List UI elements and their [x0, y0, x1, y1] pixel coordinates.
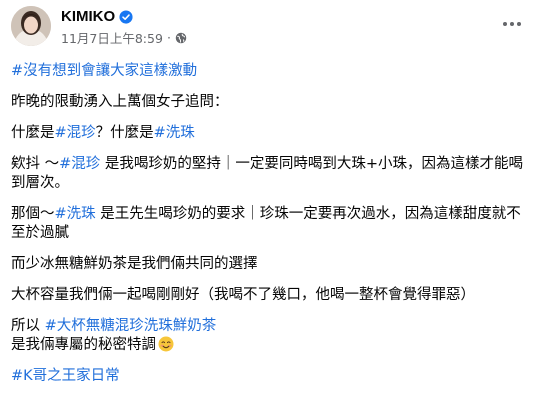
paragraph-4: 欸抖 ～#混珍 是我喝珍奶的堅持｜一定要同時喝到大珠+小珠，因為這樣才能喝到層次…: [11, 155, 526, 193]
globe-icon[interactable]: [175, 32, 187, 44]
author-line: KIMIKO: [61, 8, 133, 25]
paragraph-8: 所以 #大杯無糖混珍洗珠鮮奶茶 是我倆專屬的秘密特調: [11, 317, 526, 355]
paragraph-6: 而少冰無糖鮮奶茶是我們倆共同的選擇: [11, 256, 258, 272]
post-header: KIMIKO 11月7日上午8:59 ·: [11, 6, 526, 46]
paragraph-5: 那個～#洗珠 是王先生喝珍奶的要求｜珍珠一定要再次過水，因為這樣甜度就不至於過膩: [11, 205, 526, 243]
paragraph-7: 大杯容量我們倆一起喝剛剛好（我喝不了幾口，他喝一整杯會覺得罪惡）: [11, 287, 475, 303]
post-body: #沒有想到會讓大家這樣激動 昨晚的限動湧入上萬個女子追問： 什麼是#混珍？什麼是…: [11, 62, 526, 386]
paragraph-hashtag-1: #沒有想到會讓大家這樣激動: [11, 62, 526, 81]
paragraph-8-line-1: 所以 #大杯無糖混珍洗珠鮮奶茶: [11, 317, 526, 336]
verified-badge-icon: [119, 9, 133, 24]
text-segment: 欸抖 ～: [11, 156, 60, 172]
author-avatar[interactable]: [11, 6, 51, 46]
post-timestamp[interactable]: 11月7日上午8:59: [61, 28, 163, 47]
text-segment: 是我倆專屬的秘密特調: [11, 337, 156, 353]
hashtag-link[interactable]: #混珍: [55, 125, 96, 141]
more-horizontal-icon: [503, 22, 521, 26]
paragraph-8-line-2: 是我倆專屬的秘密特調: [11, 336, 526, 355]
hashtag-link[interactable]: #混珍: [59, 156, 100, 172]
hashtag-link[interactable]: #沒有想到會讓大家這樣激動: [11, 63, 197, 79]
paragraph-3: 什麼是#混珍？什麼是#洗珠: [11, 124, 526, 143]
text-segment: 什麼是: [11, 125, 55, 141]
post-meta: 11月7日上午8:59 ·: [61, 28, 187, 47]
hashtag-link[interactable]: #大杯無糖混珍洗珠鮮奶茶: [45, 318, 217, 334]
meta-separator: ·: [166, 30, 171, 45]
paragraph-2: 昨晚的限動湧入上萬個女子追問：: [11, 94, 229, 110]
author-name[interactable]: KIMIKO: [61, 8, 115, 25]
facebook-post: KIMIKO 11月7日上午8:59 · #沒有想到會讓大家這樣激動 昨晚的限動…: [0, 0, 534, 402]
smiling-face-emoji: [158, 336, 174, 352]
hashtag-link[interactable]: #K哥之王家日常: [11, 368, 120, 384]
paragraph-hashtag-9: #K哥之王家日常: [11, 367, 526, 386]
more-options-button[interactable]: [498, 10, 526, 38]
text-segment: 那個～: [11, 206, 55, 222]
text-segment: ？什麼是: [95, 125, 154, 141]
hashtag-link[interactable]: #洗珠: [154, 125, 195, 141]
hashtag-link[interactable]: #洗珠: [55, 206, 96, 222]
text-segment: 所以: [11, 318, 40, 334]
